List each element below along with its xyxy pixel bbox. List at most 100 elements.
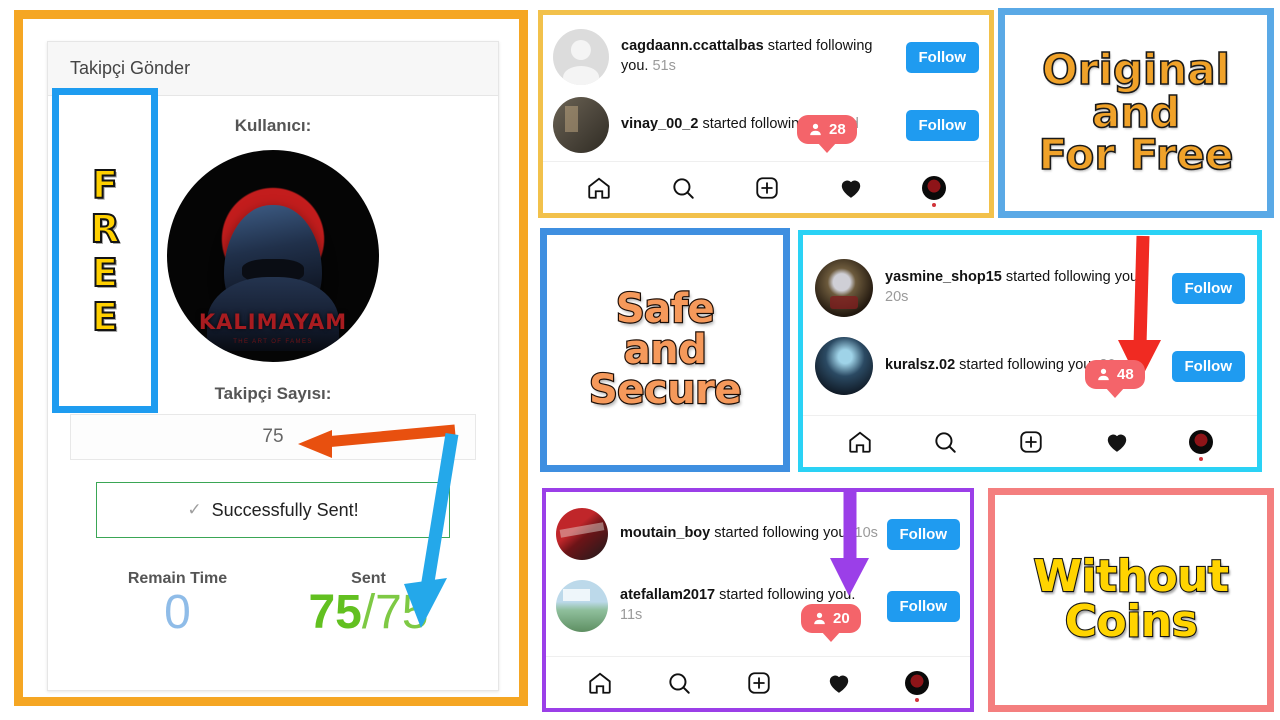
timestamp: 20s: [885, 289, 909, 305]
avatar: [556, 508, 608, 560]
sent-total: 75: [375, 586, 429, 639]
search-icon[interactable]: [932, 429, 958, 455]
list-item[interactable]: yasmine_shop15 started following you. 20…: [803, 249, 1257, 327]
remain-time-value: 0: [164, 586, 191, 639]
callout-line-1: Safe: [615, 285, 716, 332]
notification-text: yasmine_shop15 started following you. 20…: [885, 268, 1172, 307]
callout-line-3: Secure: [588, 367, 743, 414]
follower-count-input[interactable]: 75: [70, 414, 476, 460]
avatar: [556, 580, 608, 632]
person-icon: [814, 612, 825, 625]
bottom-nav-bar: [803, 415, 1257, 467]
without-coins-callout: Without Coins: [988, 488, 1274, 712]
add-icon[interactable]: [1018, 429, 1044, 455]
timestamp: 51s: [652, 58, 676, 74]
badge-count: 20: [833, 610, 850, 627]
username[interactable]: vinay_00_2: [621, 116, 698, 132]
timestamp: 11s: [620, 607, 643, 623]
profile-avatar[interactable]: [922, 175, 946, 200]
timestamp: 10s: [854, 525, 878, 542]
avatar: [553, 29, 609, 85]
home-icon[interactable]: [586, 175, 612, 201]
notification-list: cagdaann.ccattalbas started following yo…: [543, 15, 989, 159]
check-icon: ✓: [187, 500, 202, 519]
follow-button[interactable]: Follow: [905, 41, 979, 73]
callout-line-2: and: [1091, 87, 1181, 137]
free-letter-1: F: [91, 162, 119, 207]
notification-list: yasmine_shop15 started following you. 20…: [803, 235, 1257, 405]
free-callout: F R E E: [52, 88, 158, 413]
action-text: started following you.: [959, 357, 1096, 374]
action-text: started following you.: [719, 587, 856, 604]
profile-name: KALIMAYAM: [198, 310, 348, 334]
list-item[interactable]: kuralsz.02 started following you. 20s Fo…: [803, 327, 1257, 405]
person-icon: [810, 123, 821, 136]
list-item[interactable]: cagdaann.ccattalbas started following yo…: [543, 23, 989, 91]
username[interactable]: kuralsz.02: [885, 357, 955, 373]
home-icon[interactable]: [587, 670, 613, 696]
sent-value: 75/75: [273, 586, 464, 639]
add-icon[interactable]: [754, 175, 780, 201]
profile-avatar[interactable]: [905, 670, 930, 695]
search-icon[interactable]: [666, 670, 692, 696]
username[interactable]: cagdaann.ccattalbas: [621, 38, 764, 54]
username[interactable]: yasmine_shop15: [885, 269, 1002, 285]
badge-count: 48: [1117, 366, 1134, 383]
callout-line-3: For Free: [1038, 130, 1234, 180]
heart-icon[interactable]: [838, 175, 864, 201]
follow-button[interactable]: Follow: [886, 590, 960, 622]
heart-icon[interactable]: [826, 670, 852, 696]
sent-stat: Sent 75/75: [273, 570, 464, 638]
list-item[interactable]: atefallam2017 started following you. 11s…: [546, 574, 970, 638]
free-letter-4: E: [91, 294, 119, 339]
status-text: Successfully Sent!: [211, 499, 359, 520]
profile-subtitle: THE ART OF FAMES: [233, 339, 313, 345]
follow-button[interactable]: Follow: [886, 518, 960, 550]
follow-button[interactable]: Follow: [1171, 350, 1245, 382]
original-and-for-free-callout: Original and For Free: [998, 8, 1274, 218]
callout-line-2: and: [622, 326, 707, 373]
ig-panel-bottom: moutain_boy started following you. 10s F…: [542, 488, 974, 712]
notification-text: moutain_boy started following you. 10s: [620, 524, 887, 544]
ig-panel-middle: yasmine_shop15 started following you. 20…: [798, 230, 1262, 472]
person-icon: [1098, 368, 1109, 381]
badge-count: 28: [829, 121, 846, 138]
list-item[interactable]: moutain_boy started following you. 10s F…: [546, 502, 970, 566]
action-text: started following you.: [714, 525, 851, 542]
page-title: Takipçi Gönder: [70, 58, 191, 78]
avatar: [815, 337, 873, 395]
bottom-nav-bar: [543, 161, 989, 213]
ig-panel-top: cagdaann.ccattalbas started following yo…: [538, 10, 994, 218]
action-text: started following you.: [1005, 269, 1143, 286]
callout-line-1: Without: [1032, 551, 1230, 603]
sent-separator: /: [361, 586, 376, 639]
callout-line-2: Coins: [1064, 596, 1199, 647]
notification-text: vinay_00_2 started following you. 2d: [621, 115, 906, 135]
add-icon[interactable]: [746, 670, 772, 696]
safe-and-secure-callout: Safe and Secure: [540, 228, 790, 472]
sent-done: 75: [308, 586, 362, 639]
list-item[interactable]: vinay_00_2 started following you. 2d Fol…: [543, 91, 989, 159]
follow-button[interactable]: Follow: [1171, 272, 1245, 304]
notification-list: moutain_boy started following you. 10s F…: [546, 492, 970, 638]
home-icon[interactable]: [847, 429, 873, 455]
stats-row: Remain Time 0 Sent 75/75: [82, 570, 464, 638]
status-badge: ✓ Successfully Sent!: [96, 482, 450, 538]
free-letter-2: R: [89, 206, 120, 251]
search-icon[interactable]: [670, 175, 696, 201]
screenshot-root: Takipçi Gönder Kullanıcı: KALIMAYAM THE …: [0, 0, 1280, 720]
callout-line-1: Original: [1041, 44, 1231, 94]
notification-text: cagdaann.ccattalbas started following yo…: [621, 37, 906, 76]
follow-button[interactable]: Follow: [905, 109, 979, 141]
follower-count-value: 75: [262, 426, 284, 447]
username[interactable]: moutain_boy: [620, 525, 710, 541]
status-badge: 20: [801, 604, 861, 633]
username[interactable]: atefallam2017: [620, 587, 715, 603]
heart-icon[interactable]: [1104, 429, 1130, 455]
profile-avatar-large: KALIMAYAM THE ART OF FAMES: [167, 150, 379, 362]
avatar: [553, 97, 609, 153]
bottom-nav-bar: [546, 656, 970, 708]
profile-avatar[interactable]: [1189, 429, 1214, 454]
free-letter-3: E: [91, 250, 119, 295]
status-badge: 28: [797, 115, 857, 144]
